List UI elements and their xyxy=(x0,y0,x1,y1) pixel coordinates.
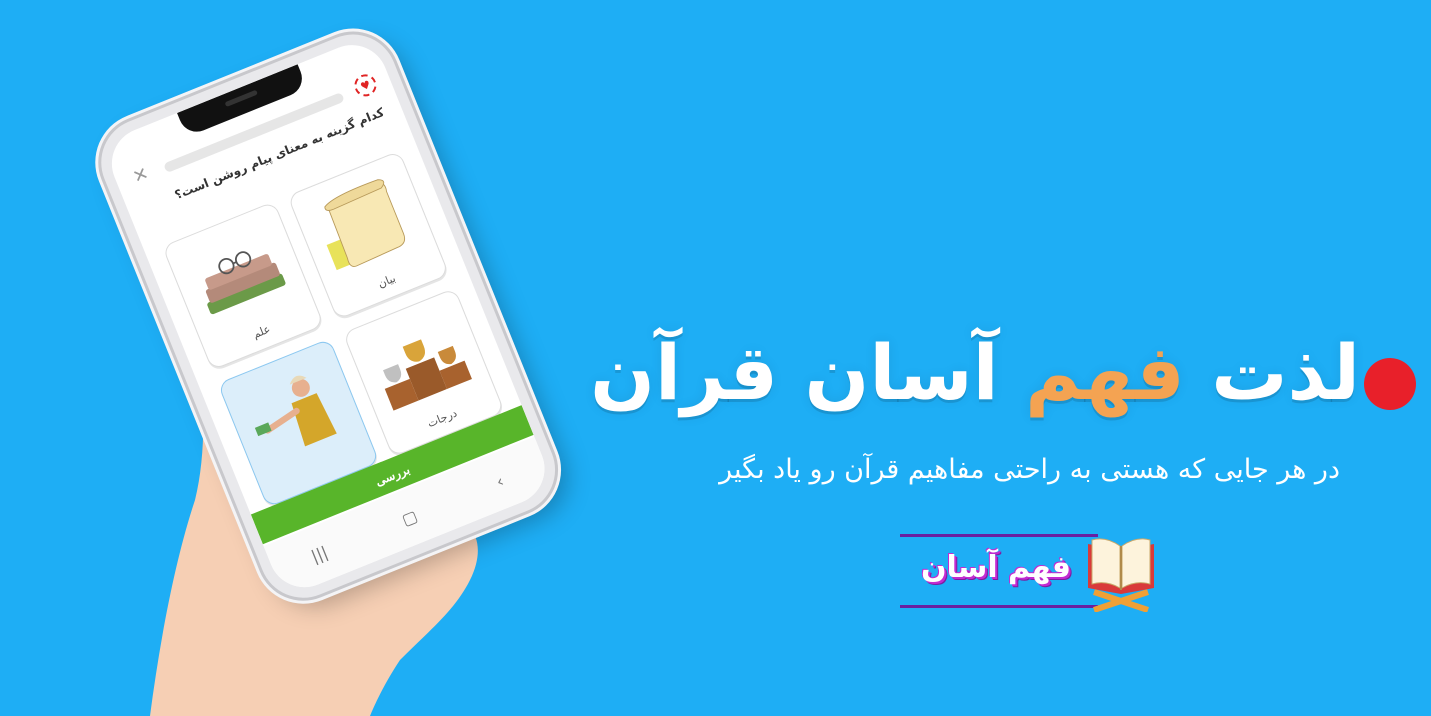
headline-accent: فهم xyxy=(1025,328,1185,417)
home-square-icon[interactable]: ▢ xyxy=(387,501,431,534)
open-book-icon xyxy=(1088,538,1154,612)
brand-logo: فهم آسان xyxy=(898,530,1160,612)
logo-text: فهم آسان xyxy=(920,550,1072,585)
red-dot-icon xyxy=(1364,358,1416,410)
giving-money-icon xyxy=(254,375,337,447)
headline: لذت فهم آسان قرآن xyxy=(590,318,1360,428)
close-icon[interactable]: ✕ xyxy=(127,162,156,191)
recent-apps-icon[interactable]: ||| xyxy=(297,537,341,570)
subheadline: در هر جایی که هستی به راحتی مفاهیم قرآن … xyxy=(719,454,1340,485)
chevron-back-icon[interactable]: ‹ xyxy=(478,465,522,498)
headline-part2: آسان قرآن xyxy=(590,328,999,417)
heart-icon: ♥ xyxy=(351,71,380,100)
headline-part1: لذت xyxy=(1211,328,1360,417)
